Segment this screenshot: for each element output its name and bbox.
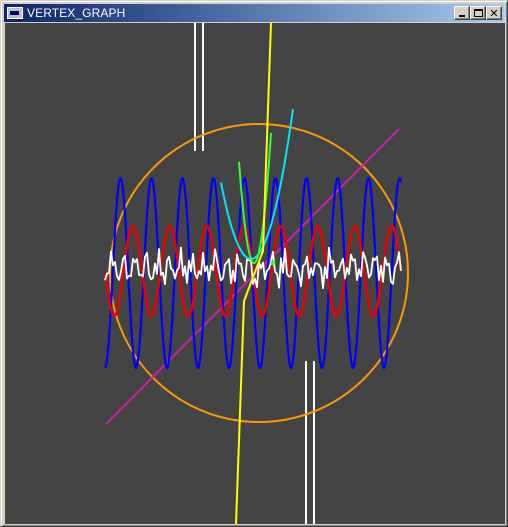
graph-plot	[103, 23, 409, 524]
vertex-marker	[270, 260, 276, 266]
curve-vertical-white-right	[305, 361, 315, 524]
curve-vertical-white-left	[194, 23, 204, 151]
maximize-icon	[474, 9, 483, 17]
graph-canvas[interactable]	[5, 23, 505, 524]
close-icon: ✕	[489, 6, 499, 20]
curves-layer	[103, 23, 409, 524]
maximize-button[interactable]	[470, 6, 486, 20]
app-window: VERTEX_GRAPH ✕	[0, 0, 508, 527]
title-bar[interactable]: VERTEX_GRAPH ✕	[4, 4, 504, 22]
app-window-icon[interactable]	[7, 7, 23, 19]
minimize-button[interactable]	[454, 6, 470, 20]
window-title: VERTEX_GRAPH	[27, 6, 126, 20]
minimize-icon	[459, 15, 465, 17]
close-button[interactable]: ✕	[486, 6, 502, 20]
